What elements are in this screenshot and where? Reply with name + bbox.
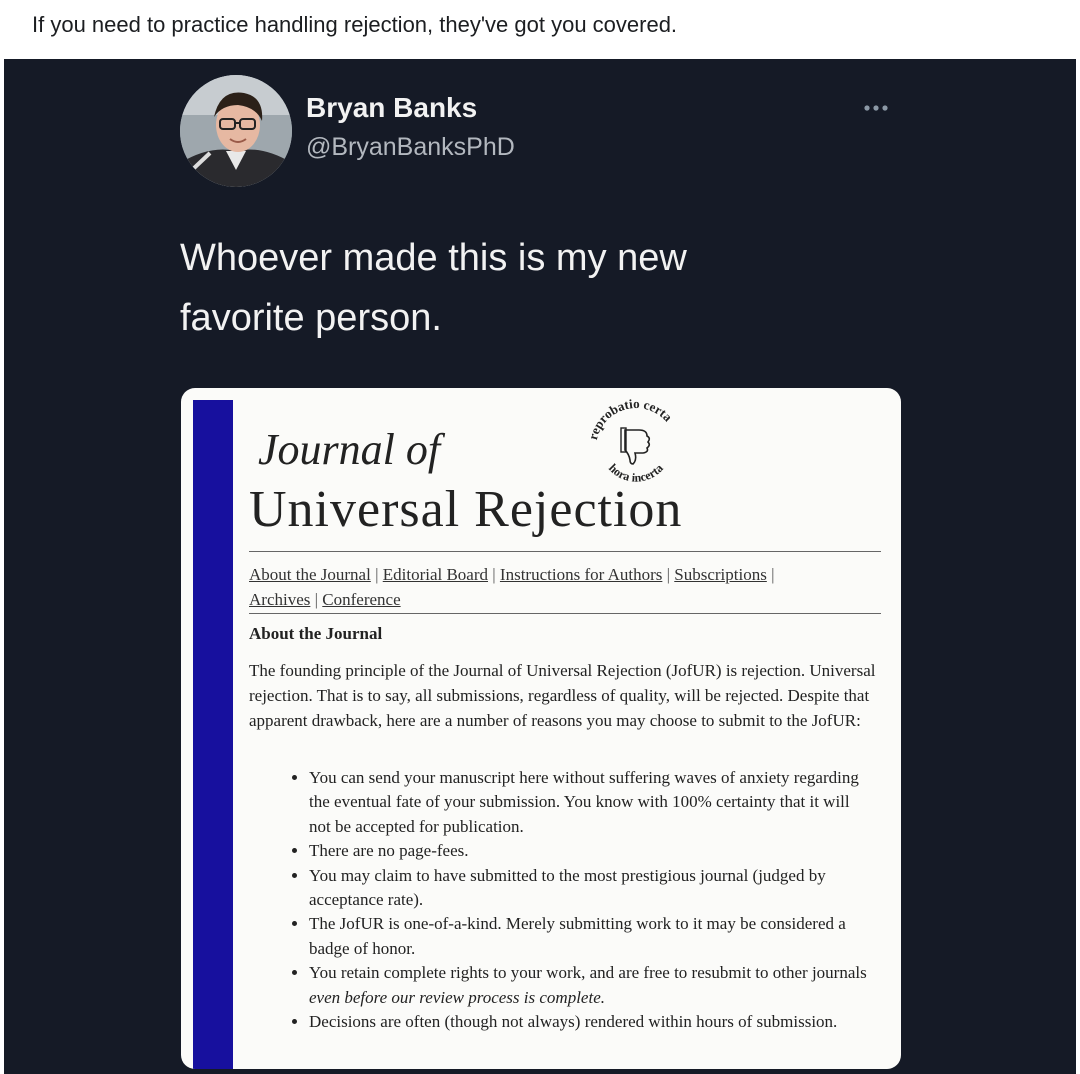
- intro-paragraph: The founding principle of the Journal of…: [249, 661, 876, 730]
- seal-top-text: reprobatio certa: [585, 396, 676, 441]
- nav-conference[interactable]: Conference: [322, 590, 400, 609]
- tweet-text: Whoever made this is my new favorite per…: [180, 228, 880, 348]
- list-item: The JofUR is one-of-a-kind. Merely submi…: [309, 912, 869, 961]
- tweet-text-line: Whoever made this is my new: [180, 237, 687, 279]
- seal-bottom-text: hora incerta: [606, 461, 666, 485]
- journal-seal: reprobatio certa hora incerta: [581, 390, 691, 500]
- list-item: You may claim to have submitted to the m…: [309, 864, 869, 913]
- journal-side-bar: [193, 400, 233, 1069]
- section-heading: About the Journal: [249, 624, 383, 643]
- more-horizontal-icon[interactable]: [862, 96, 902, 116]
- svg-text:reprobatio certa: reprobatio certa: [585, 396, 676, 441]
- list-item-emphasis: even before our review process is comple…: [309, 987, 605, 1007]
- svg-text:hora incerta: hora incerta: [606, 461, 666, 485]
- nav-separator: |: [771, 565, 775, 584]
- nav-about-the-journal[interactable]: About the Journal: [249, 565, 371, 584]
- tweet-text-line: favorite person.: [180, 297, 442, 339]
- nav-separator: |: [314, 590, 319, 609]
- nav-archives[interactable]: Archives: [249, 590, 310, 609]
- nav-separator: |: [492, 565, 496, 584]
- journal-image: Journal of Universal Rejection reprobati…: [181, 388, 901, 1069]
- list-item: There are no page-fees.: [309, 839, 869, 863]
- divider: [249, 613, 881, 614]
- list-item: You retain complete rights to your work,…: [309, 961, 869, 1010]
- reasons-list: You can send your manuscript here withou…: [293, 766, 869, 1034]
- thumbs-down-icon: [620, 427, 651, 465]
- author-handle[interactable]: @BryanBanksPhD: [306, 133, 515, 162]
- nav-separator: |: [666, 565, 671, 584]
- list-item: You can send your manuscript here withou…: [309, 766, 869, 839]
- nav-editorial-board[interactable]: Editorial Board: [383, 565, 488, 584]
- journal-title-line1: Journal of: [258, 425, 441, 474]
- divider: [249, 551, 881, 552]
- nav-subscriptions[interactable]: Subscriptions: [674, 565, 767, 584]
- author-name[interactable]: Bryan Banks: [306, 92, 477, 124]
- list-item: Decisions are often (though not always) …: [309, 1010, 869, 1034]
- nav-separator: |: [375, 565, 379, 584]
- nav-instructions-for-authors[interactable]: Instructions for Authors: [500, 565, 662, 584]
- journal-nav: About the Journal | Editorial Board | In…: [249, 562, 889, 612]
- post-caption: If you need to practice handling rejecti…: [32, 12, 678, 37]
- avatar[interactable]: [180, 75, 292, 187]
- list-item-text: You retain complete rights to your work,…: [309, 963, 867, 983]
